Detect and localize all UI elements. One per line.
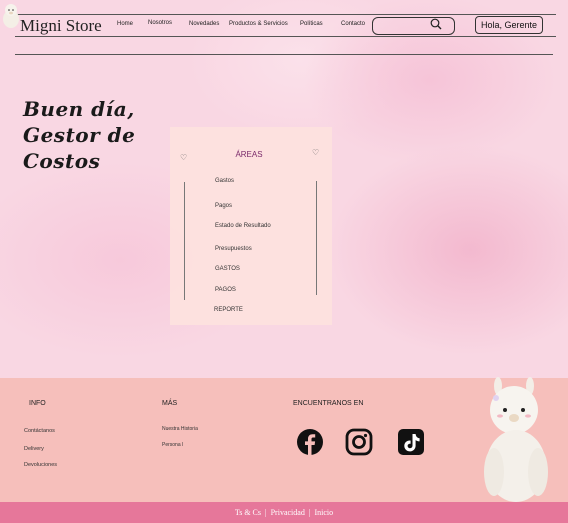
area-item-gastos[interactable]: Gastos — [215, 178, 234, 184]
terms-link[interactable]: Ts & Cs — [235, 508, 261, 517]
footer-link-delivery[interactable]: Delivery — [24, 446, 44, 452]
area-item-estado-resultado[interactable]: Estado de Resultado — [215, 223, 271, 229]
area-item-gastos-upper[interactable]: GASTOS — [215, 266, 240, 272]
llama-logo-icon[interactable] — [2, 2, 20, 28]
nav-politicas[interactable]: Políticas — [300, 21, 323, 27]
facebook-icon[interactable] — [296, 428, 324, 456]
greeting-line: Buen día, — [23, 97, 135, 121]
area-item-pagos[interactable]: Pagos — [215, 203, 232, 209]
home-link[interactable]: Inicio — [314, 508, 333, 517]
footer-link-historia[interactable]: Nuestra Historia — [162, 426, 198, 432]
heart-icon: ♡ — [180, 153, 188, 162]
user-greeting-button[interactable]: Hola, Gerente — [475, 16, 543, 34]
header-divider — [15, 54, 553, 55]
greeting-line: Gestor de — [23, 123, 136, 147]
footer-more-title: MÁS — [162, 400, 178, 407]
nav-novedades[interactable]: Novedades — [189, 21, 219, 27]
footer-social-title: ENCUENTRANOS EN — [293, 400, 364, 407]
footer-link-contactanos[interactable]: Contáctanos — [24, 428, 55, 434]
panel-left-border — [184, 182, 185, 300]
tiktok-icon[interactable] — [397, 428, 425, 456]
footer-link-personal[interactable]: Persona l — [162, 442, 183, 448]
instagram-icon[interactable] — [345, 428, 373, 456]
brand-name[interactable]: Migni Store — [20, 16, 102, 36]
bottom-bar: Ts & Cs | Privacidad | Inicio — [0, 502, 568, 523]
panel-right-border — [316, 181, 317, 295]
separator: | — [308, 508, 311, 517]
hero-greeting: Buen día, Gestor de Costos — [23, 96, 135, 174]
header-bottom-line — [15, 36, 556, 37]
areas-panel: ÁREAS ♡ ♡ Gastos Pagos Estado de Resulta… — [170, 127, 332, 325]
header-top-line — [15, 14, 556, 15]
area-item-presupuestos[interactable]: Presupuestos — [215, 246, 252, 252]
search-input[interactable] — [372, 17, 455, 35]
areas-title: ÁREAS — [235, 150, 263, 159]
nav-nosotros[interactable]: Nosotros — [148, 20, 172, 26]
separator: | — [265, 508, 267, 517]
llama-mascot-icon — [484, 377, 548, 502]
area-item-pagos-upper[interactable]: PAGOS — [215, 287, 236, 293]
greeting-line: Costos — [23, 149, 101, 173]
nav-home[interactable]: Home — [117, 21, 133, 27]
footer-info-title: INFO — [29, 400, 46, 407]
privacy-link[interactable]: Privacidad — [271, 508, 305, 517]
footer-link-devoluciones[interactable]: Devoluciones — [24, 462, 57, 468]
nav-contacto[interactable]: Contacto — [341, 21, 365, 27]
area-item-reporte[interactable]: REPORTE — [214, 307, 243, 313]
nav-productos-servicios[interactable]: Productos & Servicios — [229, 21, 288, 27]
search-icon[interactable] — [430, 18, 442, 30]
heart-icon: ♡ — [312, 148, 320, 157]
